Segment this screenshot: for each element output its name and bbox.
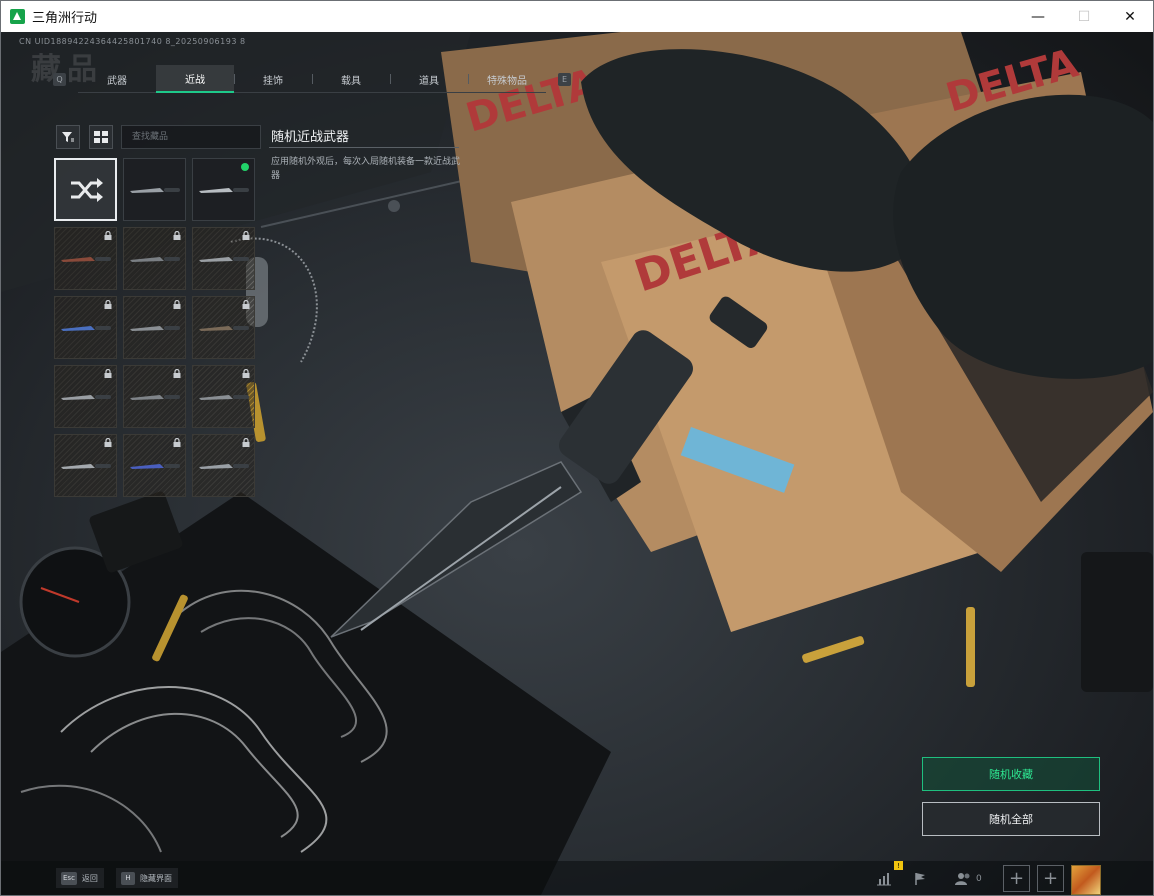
knife-thumbnail <box>61 326 111 331</box>
lock-icon <box>242 369 250 378</box>
tab-4[interactable]: 道具 <box>390 65 468 93</box>
esc-key: Esc <box>61 871 77 885</box>
next-tab-key[interactable]: E <box>558 72 571 86</box>
knife-thumbnail <box>199 188 249 193</box>
add-slot-button-2[interactable]: + <box>1037 865 1064 892</box>
knife-thumbnail <box>130 326 180 331</box>
lock-icon <box>242 438 250 447</box>
filter-icon <box>62 132 74 142</box>
tab-2[interactable]: 挂饰 <box>234 65 312 93</box>
knife-thumbnail <box>61 257 111 262</box>
lock-icon <box>242 231 250 240</box>
item-grid <box>54 158 255 497</box>
melee-item-cell[interactable] <box>54 365 117 428</box>
knife-thumbnail <box>199 257 249 262</box>
title-bar: 三角洲行动 — ☐ ✕ <box>1 1 1153 32</box>
prev-tab-key[interactable]: Q <box>53 72 66 86</box>
maximize-button[interactable]: ☐ <box>1061 1 1107 32</box>
lock-icon <box>104 231 112 240</box>
melee-item-cell[interactable] <box>123 434 186 497</box>
friend-count: 0 <box>976 874 982 884</box>
shuffle-icon <box>71 178 103 202</box>
melee-item-cell[interactable] <box>54 227 117 290</box>
minimize-button[interactable]: — <box>1015 1 1061 32</box>
friends-button[interactable] <box>953 868 975 890</box>
h-key: H <box>121 871 135 885</box>
detail-description: 应用随机外观后，每次入局随机装备一款近战武器 <box>271 157 461 181</box>
melee-item-cell[interactable] <box>54 296 117 359</box>
lock-icon <box>242 300 250 309</box>
stats-button[interactable] <box>873 868 895 890</box>
flag-button[interactable] <box>909 868 931 890</box>
view-toggle-button[interactable] <box>89 125 113 149</box>
plus-icon: + <box>1042 868 1059 889</box>
category-tabs: 武器 近战 挂饰 载具 道具 特殊物品 <box>78 65 546 93</box>
random-all-button[interactable]: 随机全部 <box>922 802 1100 836</box>
random-melee-cell[interactable] <box>54 158 117 221</box>
detail-title: 随机近战武器 <box>271 130 350 145</box>
friends-icon <box>955 873 970 885</box>
knife-thumbnail <box>130 188 180 193</box>
knife-thumbnail <box>130 257 180 262</box>
app-logo-icon <box>10 9 25 24</box>
lock-icon <box>104 300 112 309</box>
notification-badge: ! <box>894 861 903 870</box>
knife-thumbnail <box>199 326 249 331</box>
lock-icon <box>173 438 181 447</box>
search-input[interactable] <box>121 125 261 149</box>
equipped-indicator <box>241 163 249 171</box>
lock-icon <box>173 231 181 240</box>
stats-icon <box>877 873 891 886</box>
melee-item-cell[interactable] <box>123 296 186 359</box>
hide-ui-label: 隐藏界面 <box>140 873 172 883</box>
filter-button[interactable] <box>56 125 80 149</box>
tab-0[interactable]: 武器 <box>78 65 156 93</box>
window-title: 三角洲行动 <box>32 11 98 26</box>
melee-item-cell[interactable] <box>192 365 255 428</box>
plus-icon: + <box>1008 868 1025 889</box>
game-window: 三角洲行动 — ☐ ✕ DELTA DELTA DELTA CN UID1889… <box>0 0 1154 896</box>
tab-3[interactable]: 载具 <box>312 65 390 93</box>
close-button[interactable]: ✕ <box>1107 1 1153 32</box>
grid-view-icon <box>94 131 108 143</box>
melee-item-cell[interactable] <box>123 158 186 221</box>
melee-item-cell[interactable] <box>123 227 186 290</box>
flag-icon <box>915 873 925 885</box>
melee-item-cell[interactable] <box>123 365 186 428</box>
back-label: 返回 <box>81 873 98 883</box>
melee-item-cell[interactable] <box>192 434 255 497</box>
lock-icon <box>173 369 181 378</box>
detail-divider <box>269 147 459 148</box>
knife-thumbnail <box>61 464 111 469</box>
avatar[interactable] <box>1071 865 1101 895</box>
add-slot-button-1[interactable]: + <box>1003 865 1030 892</box>
knife-thumbnail <box>199 395 249 400</box>
lock-icon <box>173 300 181 309</box>
back-hint[interactable]: Esc 返回 <box>56 868 104 888</box>
lock-icon <box>104 369 112 378</box>
random-collection-button[interactable]: 随机收藏 <box>922 757 1100 791</box>
knife-thumbnail <box>130 395 180 400</box>
knife-thumbnail <box>130 464 180 469</box>
melee-item-cell[interactable] <box>54 434 117 497</box>
hide-ui-hint[interactable]: H 隐藏界面 <box>116 868 178 888</box>
melee-item-cell[interactable] <box>192 296 255 359</box>
knife-thumbnail <box>199 464 249 469</box>
knife-thumbnail <box>61 395 111 400</box>
melee-item-cell[interactable] <box>192 158 255 221</box>
collection-scene: DELTA DELTA DELTA CN UID1889422436442580… <box>1 32 1153 895</box>
category-tabbar: Q 武器 近战 挂饰 载具 道具 特殊物品 E <box>53 65 571 93</box>
tab-5[interactable]: 特殊物品 <box>468 65 546 93</box>
tab-1[interactable]: 近战 <box>156 65 234 93</box>
lock-icon <box>104 438 112 447</box>
melee-item-cell[interactable] <box>192 227 255 290</box>
